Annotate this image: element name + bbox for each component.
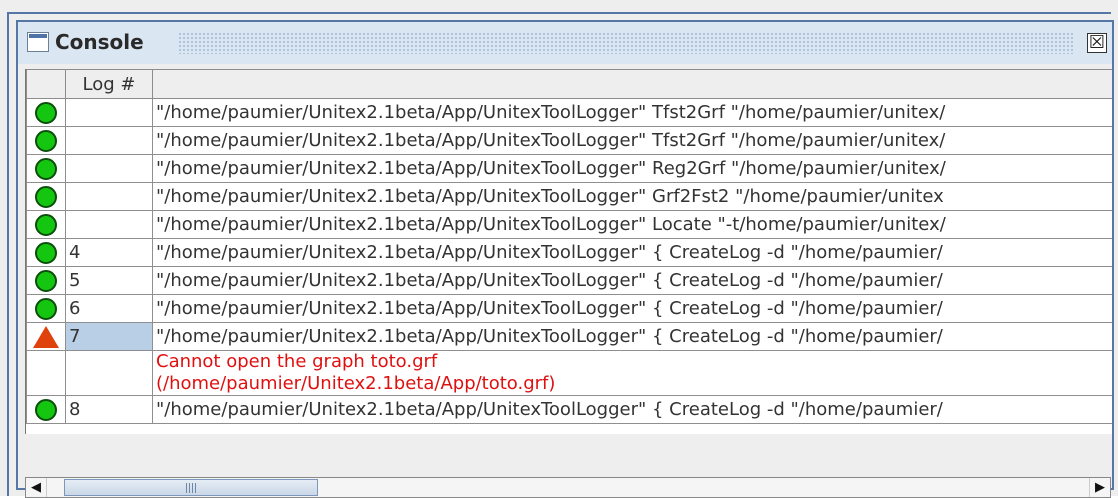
console-table-viewport[interactable]: Log # "/home/paumier/Unitex2.1beta/App/U… [25, 69, 1112, 434]
command-cell: "/home/paumier/Unitex2.1beta/App/UnitexT… [152, 395, 1112, 424]
outer-left-border [7, 12, 9, 496]
log-number-cell: 4 [65, 238, 153, 267]
log-number-cell [65, 154, 153, 183]
log-number-cell [65, 182, 153, 211]
success-icon [35, 101, 57, 124]
arrow-left-icon[interactable]: ◀ [26, 478, 47, 497]
status-cell [26, 350, 66, 396]
command-cell: "/home/paumier/Unitex2.1beta/App/UnitexT… [152, 154, 1112, 183]
command-cell: "/home/paumier/Unitex2.1beta/App/UnitexT… [152, 126, 1112, 155]
status-cell [26, 126, 66, 155]
close-icon[interactable]: ☒ [1087, 33, 1107, 53]
table-row[interactable]: 4 "/home/paumier/Unitex2.1beta/App/Unite… [26, 238, 1112, 267]
log-number-cell: 7 [65, 322, 153, 351]
status-cell [26, 182, 66, 211]
success-icon [35, 129, 57, 152]
scrollbar-thumb[interactable] [64, 479, 318, 496]
log-number-cell [65, 98, 153, 127]
status-cell [26, 98, 66, 127]
log-number-cell [65, 350, 153, 396]
log-number-column-header[interactable]: Log # [65, 69, 153, 99]
table-row[interactable]: 5 "/home/paumier/Unitex2.1beta/App/Unite… [26, 266, 1112, 295]
window-icon [27, 32, 49, 52]
success-icon [35, 398, 57, 421]
success-icon [35, 297, 57, 320]
log-number-cell: 5 [65, 266, 153, 295]
arrow-right-icon[interactable]: ▶ [1089, 478, 1110, 497]
warning-icon [33, 325, 59, 348]
table-row[interactable]: 7 "/home/paumier/Unitex2.1beta/App/Unite… [26, 322, 1112, 351]
table-row[interactable]: "/home/paumier/Unitex2.1beta/App/UnitexT… [26, 154, 1112, 183]
status-cell [26, 294, 66, 323]
command-column-header[interactable] [152, 69, 1112, 99]
status-cell [26, 210, 66, 239]
table-header-row: Log # [26, 69, 1112, 99]
console-window-frame: Console ☒ Log # "/home/paumier/Unitex2.1 [0, 0, 1118, 498]
table-row[interactable]: 6 "/home/paumier/Unitex2.1beta/App/Unite… [26, 294, 1112, 323]
table-row[interactable]: 8 "/home/paumier/Unitex2.1beta/App/Unite… [26, 395, 1112, 424]
success-icon [35, 213, 57, 236]
success-icon [35, 241, 57, 264]
titlebar-pattern [178, 32, 1074, 54]
status-cell [26, 395, 66, 424]
success-icon [35, 157, 57, 180]
status-cell [26, 238, 66, 267]
command-cell: "/home/paumier/Unitex2.1beta/App/UnitexT… [152, 238, 1112, 267]
console-log-table: Log # "/home/paumier/Unitex2.1beta/App/U… [26, 69, 1112, 424]
command-cell: "/home/paumier/Unitex2.1beta/App/UnitexT… [152, 322, 1112, 351]
scrollbar-grip [186, 483, 196, 493]
command-cell: "/home/paumier/Unitex2.1beta/App/UnitexT… [152, 98, 1112, 127]
console-window: Console ☒ Log # "/home/paumier/Unitex2.1 [16, 20, 1114, 498]
outer-top-border [7, 12, 1111, 14]
status-cell [26, 322, 66, 351]
table-row[interactable]: "/home/paumier/Unitex2.1beta/App/UnitexT… [26, 210, 1112, 239]
titlebar[interactable]: Console ☒ [18, 22, 1112, 64]
table-row[interactable]: "/home/paumier/Unitex2.1beta/App/UnitexT… [26, 182, 1112, 211]
log-number-cell: 8 [65, 395, 153, 424]
table-row[interactable]: "/home/paumier/Unitex2.1beta/App/UnitexT… [26, 126, 1112, 155]
success-icon [35, 185, 57, 208]
command-cell: "/home/paumier/Unitex2.1beta/App/UnitexT… [152, 210, 1112, 239]
status-cell [26, 154, 66, 183]
command-cell: "/home/paumier/Unitex2.1beta/App/UnitexT… [152, 266, 1112, 295]
log-number-cell [65, 126, 153, 155]
table-row[interactable]: "/home/paumier/Unitex2.1beta/App/UnitexT… [26, 98, 1112, 127]
command-cell: "/home/paumier/Unitex2.1beta/App/UnitexT… [152, 182, 1112, 211]
log-number-cell [65, 210, 153, 239]
log-number-cell: 6 [65, 294, 153, 323]
window-title: Console [55, 30, 152, 54]
command-cell: "/home/paumier/Unitex2.1beta/App/UnitexT… [152, 294, 1112, 323]
horizontal-scrollbar[interactable]: ◀ ▶ [25, 477, 1111, 498]
error-message-cell: Cannot open the graph toto.grf (/home/pa… [152, 350, 1112, 396]
error-details-row[interactable]: Cannot open the graph toto.grf (/home/pa… [26, 350, 1112, 396]
status-cell [26, 266, 66, 295]
success-icon [35, 269, 57, 292]
status-column-header[interactable] [26, 69, 66, 99]
